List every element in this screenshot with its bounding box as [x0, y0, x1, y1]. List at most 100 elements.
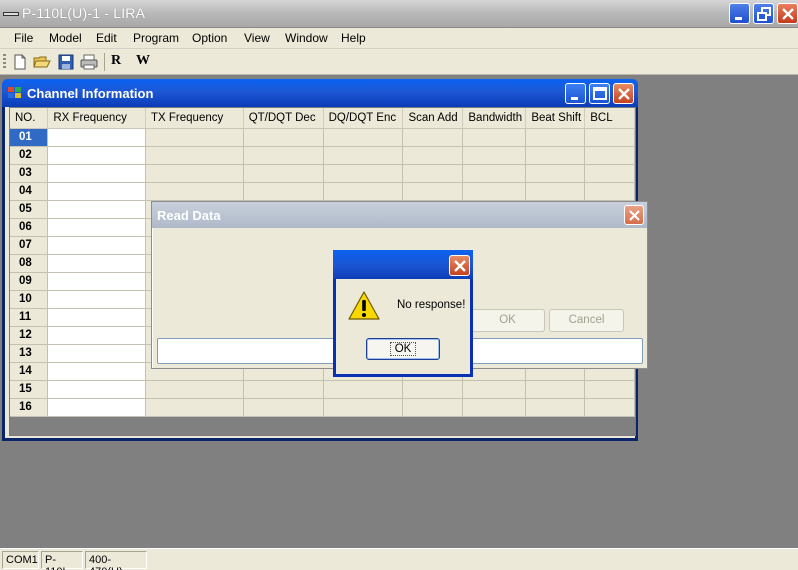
- grid-cell[interactable]: [584, 146, 635, 165]
- grid-cell[interactable]: [145, 146, 244, 165]
- read-data-ok-button[interactable]: OK: [470, 309, 545, 332]
- read-data-title-bar[interactable]: Read Data: [152, 202, 647, 228]
- col-header-scan-add[interactable]: Scan Add: [402, 108, 464, 129]
- grid-cell[interactable]: [462, 380, 527, 399]
- grid-cell[interactable]: [402, 146, 464, 165]
- table-row[interactable]: 15: [10, 380, 635, 399]
- grid-cell[interactable]: [243, 128, 324, 147]
- table-row[interactable]: 16: [10, 398, 635, 417]
- main-title-bar[interactable]: P-110L(U)-1 - LIRA: [0, 0, 798, 28]
- col-header-beat-shift[interactable]: Beat Shift: [525, 108, 586, 129]
- write-button[interactable]: W: [136, 53, 150, 69]
- child-maximize-button[interactable]: [589, 83, 610, 104]
- menu-edit[interactable]: Edit: [96, 31, 117, 45]
- grid-cell[interactable]: [525, 380, 586, 399]
- grid-cell[interactable]: [323, 146, 404, 165]
- grid-cell[interactable]: [462, 164, 527, 183]
- grid-cell[interactable]: [323, 164, 404, 183]
- grid-cell[interactable]: [584, 398, 635, 417]
- grid-cell[interactable]: [47, 128, 147, 147]
- channel-information-title-bar[interactable]: Channel Information: [2, 79, 638, 107]
- grid-cell[interactable]: [525, 182, 586, 201]
- table-row[interactable]: 01: [10, 128, 635, 147]
- grid-cell[interactable]: [243, 182, 324, 201]
- read-data-close-button[interactable]: [624, 205, 644, 225]
- minimize-button[interactable]: [729, 3, 750, 24]
- table-row[interactable]: 03: [10, 164, 635, 183]
- grid-cell[interactable]: [402, 380, 464, 399]
- grid-cell[interactable]: [47, 380, 147, 399]
- grid-cell[interactable]: [47, 272, 147, 291]
- row-number-cell[interactable]: 15: [10, 380, 49, 399]
- grid-cell[interactable]: [525, 146, 586, 165]
- grid-cell[interactable]: [47, 182, 147, 201]
- row-number-cell[interactable]: 07: [10, 236, 49, 255]
- grid-cell[interactable]: [525, 398, 586, 417]
- grid-cell[interactable]: [323, 380, 404, 399]
- grid-cell[interactable]: [323, 398, 404, 417]
- row-number-cell[interactable]: 08: [10, 254, 49, 273]
- grid-cell[interactable]: [47, 344, 147, 363]
- menu-view[interactable]: View: [244, 31, 270, 45]
- col-header-dq-dqt-enc[interactable]: DQ/DQT Enc: [323, 108, 404, 129]
- grid-cell[interactable]: [47, 254, 147, 273]
- grid-cell[interactable]: [47, 146, 147, 165]
- grid-cell[interactable]: [462, 146, 527, 165]
- grid-cell[interactable]: [462, 128, 527, 147]
- grid-cell[interactable]: [47, 398, 147, 417]
- child-close-button[interactable]: [613, 83, 634, 104]
- grid-cell[interactable]: [47, 362, 147, 381]
- row-number-cell[interactable]: 09: [10, 272, 49, 291]
- table-row[interactable]: 02: [10, 146, 635, 165]
- print-icon[interactable]: [80, 53, 98, 71]
- read-data-cancel-button[interactable]: Cancel: [549, 309, 624, 332]
- open-folder-icon[interactable]: [33, 53, 51, 71]
- grid-cell[interactable]: [323, 128, 404, 147]
- menu-option[interactable]: Option: [192, 31, 227, 45]
- grid-cell[interactable]: [145, 164, 244, 183]
- message-box-ok-button[interactable]: OK: [366, 338, 440, 360]
- menu-file[interactable]: File: [14, 31, 33, 45]
- menu-help[interactable]: Help: [341, 31, 366, 45]
- grid-cell[interactable]: [402, 128, 464, 147]
- save-icon[interactable]: [57, 53, 75, 71]
- message-box-close-button[interactable]: [449, 255, 470, 276]
- grid-cell[interactable]: [47, 326, 147, 345]
- grid-cell[interactable]: [145, 380, 244, 399]
- grid-cell[interactable]: [145, 182, 244, 201]
- grid-cell[interactable]: [243, 398, 324, 417]
- grid-cell[interactable]: [462, 398, 527, 417]
- col-header-bandwidth[interactable]: Bandwidth: [462, 108, 527, 129]
- row-number-cell[interactable]: 04: [10, 182, 49, 201]
- row-number-cell[interactable]: 16: [10, 398, 49, 417]
- menu-model[interactable]: Model: [49, 31, 82, 45]
- grid-cell[interactable]: [584, 128, 635, 147]
- row-number-cell[interactable]: 12: [10, 326, 49, 345]
- row-number-cell[interactable]: 13: [10, 344, 49, 363]
- grid-cell[interactable]: [402, 182, 464, 201]
- child-minimize-button[interactable]: [565, 83, 586, 104]
- col-header-rx-frequency[interactable]: RX Frequency: [47, 108, 147, 129]
- grid-cell[interactable]: [145, 128, 244, 147]
- new-file-icon[interactable]: [11, 53, 29, 71]
- grid-cell[interactable]: [402, 164, 464, 183]
- grid-cell[interactable]: [47, 164, 147, 183]
- grid-cell[interactable]: [145, 398, 244, 417]
- row-number-cell[interactable]: 01: [10, 128, 49, 147]
- col-header-no[interactable]: NO.: [10, 108, 49, 129]
- row-number-cell[interactable]: 03: [10, 164, 49, 183]
- row-number-cell[interactable]: 10: [10, 290, 49, 309]
- grid-cell[interactable]: [47, 308, 147, 327]
- close-button[interactable]: [777, 3, 798, 24]
- grid-cell[interactable]: [402, 398, 464, 417]
- menu-program[interactable]: Program: [133, 31, 179, 45]
- row-number-cell[interactable]: 05: [10, 200, 49, 219]
- grid-cell[interactable]: [584, 380, 635, 399]
- grid-cell[interactable]: [47, 218, 147, 237]
- table-row[interactable]: 04: [10, 182, 635, 201]
- grid-cell[interactable]: [584, 182, 635, 201]
- row-number-cell[interactable]: 11: [10, 308, 49, 327]
- row-number-cell[interactable]: 02: [10, 146, 49, 165]
- grid-cell[interactable]: [584, 164, 635, 183]
- grid-cell[interactable]: [243, 146, 324, 165]
